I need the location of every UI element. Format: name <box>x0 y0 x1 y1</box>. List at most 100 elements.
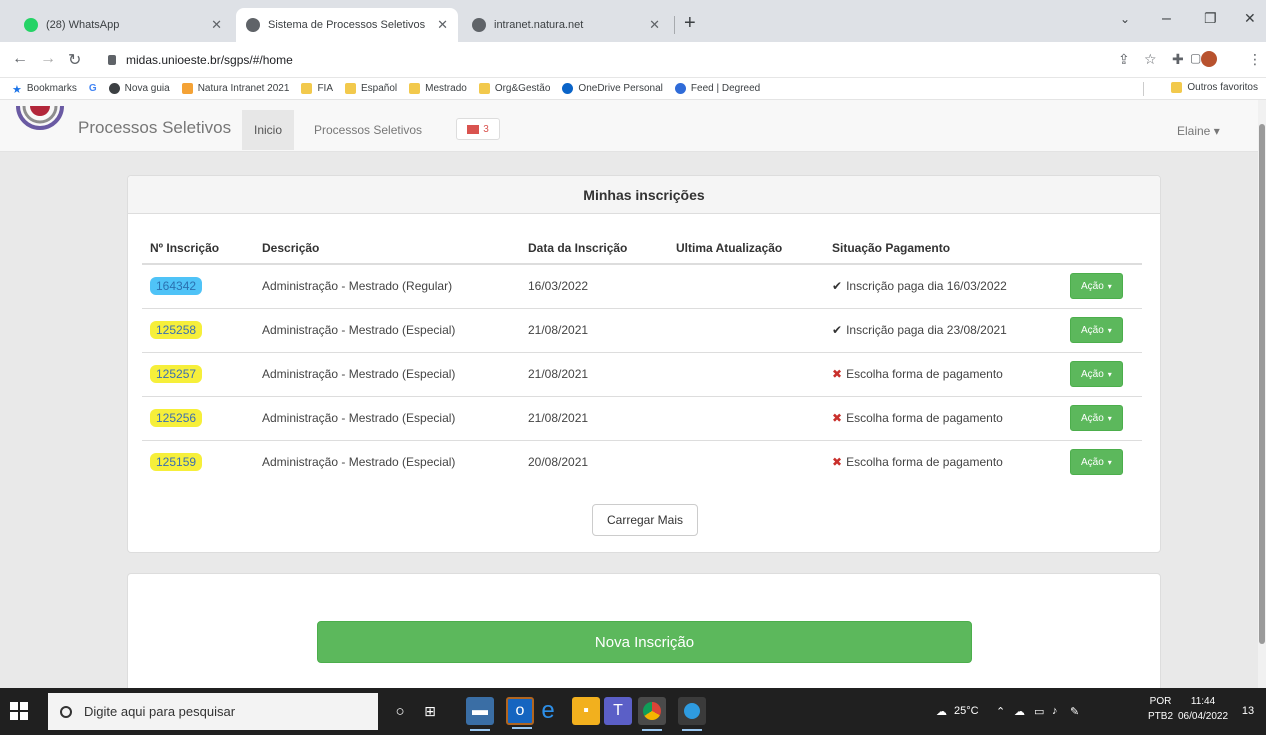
profile-avatar-icon[interactable] <box>1201 51 1217 67</box>
volume-icon[interactable]: ♪ <box>1052 705 1058 717</box>
menu-dots-icon[interactable]: ⋮ <box>1248 51 1262 68</box>
close-tab-icon[interactable]: ✕ <box>437 17 448 33</box>
network-icon[interactable]: ▭ <box>1034 705 1044 718</box>
bookmark-star-icon[interactable]: ☆ <box>1144 51 1157 68</box>
cell-payment-status: ✖ Escolha forma de pagamento <box>824 351 1062 396</box>
payment-status-text: Inscrição paga dia 16/03/2022 <box>846 279 1007 294</box>
subscription-id-link[interactable]: 125256 <box>150 409 203 427</box>
cell-payment-status: ✖ Escolha forma de pagamento <box>824 439 1062 484</box>
column-header: Situação Pagamento <box>824 232 1062 265</box>
notification-center-icon[interactable]: 13 <box>1234 697 1262 725</box>
cell-description: Administração - Mestrado (Especial) <box>254 439 520 484</box>
bookmark-label: Feed | Degreed <box>690 83 761 94</box>
bookmark-folder[interactable]: Español <box>345 83 397 94</box>
action-label: Ação <box>1081 368 1104 380</box>
sticky-notes-icon[interactable]: ▪ <box>572 697 600 725</box>
subscription-id-link[interactable]: 125257 <box>150 365 203 383</box>
minimize-button[interactable]: – <box>1162 10 1171 28</box>
check-icon: ✔ <box>832 279 843 294</box>
lock-icon <box>108 55 116 65</box>
weather-temp[interactable]: 25°C <box>954 705 979 717</box>
cell-date: 21/08/2021 <box>520 395 668 440</box>
pen-icon[interactable]: ✎ <box>1070 705 1079 718</box>
bookmark-folder[interactable]: Mestrado <box>409 83 467 94</box>
nav-inicio[interactable]: Inicio <box>242 110 295 150</box>
new-tab-button[interactable]: + <box>684 12 696 35</box>
action-label: Ação <box>1081 324 1104 336</box>
app-brand[interactable]: Processos Seletivos <box>78 118 231 138</box>
subscription-id-link[interactable]: 125159 <box>150 453 203 472</box>
tab-whatsapp[interactable]: (28) WhatsApp ✕ <box>14 8 232 42</box>
action-dropdown-button[interactable]: Ação ▾ <box>1070 361 1123 387</box>
globe-app-icon[interactable] <box>678 697 706 731</box>
bookmark-label: Español <box>361 83 398 94</box>
tab-processos[interactable]: Sistema de Processos Seletivos ✕ <box>236 8 458 42</box>
cell-id: 164342 <box>142 263 254 308</box>
subscription-id-link[interactable]: 125258 <box>150 321 203 339</box>
action-dropdown-button[interactable]: Ação ▾ <box>1070 449 1123 476</box>
cell-payment-status: ✔ Inscrição paga dia 16/03/2022 <box>824 263 1062 308</box>
messages-button[interactable]: 3 <box>456 118 500 140</box>
cell-description: Administração - Mestrado (Especial) <box>254 307 520 352</box>
other-bookmarks-folder[interactable]: Outros favoritos <box>1171 82 1258 93</box>
action-dropdown-button[interactable]: Ação ▾ <box>1070 405 1123 431</box>
share-icon[interactable]: ⇪ <box>1118 51 1130 68</box>
file-explorer-icon[interactable]: ▬ <box>466 697 494 731</box>
bookmark-label: Bookmarks <box>26 83 77 94</box>
weather-icon[interactable]: ☁ <box>936 705 947 718</box>
unioeste-logo-icon[interactable] <box>14 104 66 140</box>
taskbar-search-field[interactable]: Digite aqui para pesquisar <box>48 693 378 730</box>
column-header: Nº Inscrição <box>142 232 254 265</box>
side-panel-icon[interactable]: ▢ <box>1190 51 1201 65</box>
globe-icon <box>472 18 486 32</box>
reload-icon[interactable]: ↻ <box>68 50 81 70</box>
nav-processos-seletivos[interactable]: Processos Seletivos <box>302 110 434 150</box>
table-header-row: Nº Inscrição Descrição Data da Inscrição… <box>142 232 1142 265</box>
column-header-actions <box>1062 232 1142 265</box>
address-bar[interactable]: midas.unioeste.br/sgps/#/home <box>108 48 1068 72</box>
user-menu[interactable]: Elaine ▾ <box>1177 124 1220 138</box>
cell-action: Ação ▾ <box>1062 307 1142 352</box>
forward-icon[interactable]: → <box>40 50 56 68</box>
load-more-button[interactable]: Carregar Mais <box>592 504 698 536</box>
bookmark-item[interactable]: OneDrive Personal <box>562 83 663 94</box>
action-label: Ação <box>1081 412 1104 424</box>
browser-tab-strip: (28) WhatsApp ✕ Sistema de Processos Sel… <box>0 0 1266 42</box>
tab-intranet[interactable]: intranet.natura.net ✕ <box>462 8 670 42</box>
bookmark-item[interactable]: Nova guia <box>108 83 170 94</box>
close-tab-icon[interactable]: ✕ <box>649 17 660 33</box>
bookmark-item[interactable]: ★ Bookmarks <box>12 83 77 96</box>
close-tab-icon[interactable]: ✕ <box>211 17 222 33</box>
new-subscription-button[interactable]: Nova Inscrição <box>317 621 972 663</box>
task-view-icon[interactable]: ⊞ <box>416 697 444 725</box>
extensions-icon[interactable]: ✚ <box>1172 51 1184 68</box>
scrollbar-thumb[interactable] <box>1259 124 1265 644</box>
edge-icon[interactable]: e <box>534 697 562 725</box>
bookmark-item[interactable]: Natura Intranet 2021 <box>181 83 289 94</box>
outlook-icon[interactable]: o <box>506 697 534 729</box>
teams-icon[interactable]: T <box>604 697 632 725</box>
action-dropdown-button[interactable]: Ação ▾ <box>1070 317 1123 343</box>
taskbar-clock[interactable]: 11:44 06/04/2022 <box>1178 694 1228 724</box>
bookmark-folder[interactable]: Org&Gestão <box>478 83 550 94</box>
folder-icon <box>409 83 421 94</box>
show-hidden-icons[interactable]: ⌃ <box>996 705 1005 718</box>
bookmark-item[interactable]: G <box>89 83 97 94</box>
app-navbar: Processos Seletivos Inicio Processos Sel… <box>0 100 1258 152</box>
language-indicator[interactable]: POR PTB2 <box>1148 694 1173 724</box>
restore-button[interactable]: ❐ <box>1204 10 1217 27</box>
bookmark-item[interactable]: Feed | Degreed <box>674 83 761 94</box>
bookmark-label: Nova guia <box>124 83 170 94</box>
windows-start-icon[interactable] <box>10 702 28 720</box>
action-dropdown-button[interactable]: Ação ▾ <box>1070 273 1123 300</box>
back-icon[interactable]: ← <box>12 50 28 68</box>
subscription-id-link[interactable]: 164342 <box>150 277 203 296</box>
onedrive-icon[interactable]: ☁ <box>1014 705 1025 718</box>
tab-search-icon[interactable]: ⌄ <box>1120 12 1130 26</box>
cortana-icon[interactable]: ○ <box>386 697 414 725</box>
bookmark-folder[interactable]: FIA <box>301 83 333 94</box>
tab-title: (28) WhatsApp <box>46 19 120 31</box>
chrome-icon[interactable] <box>638 697 666 731</box>
close-window-button[interactable]: ✕ <box>1244 10 1256 27</box>
whatsapp-icon <box>24 18 38 32</box>
